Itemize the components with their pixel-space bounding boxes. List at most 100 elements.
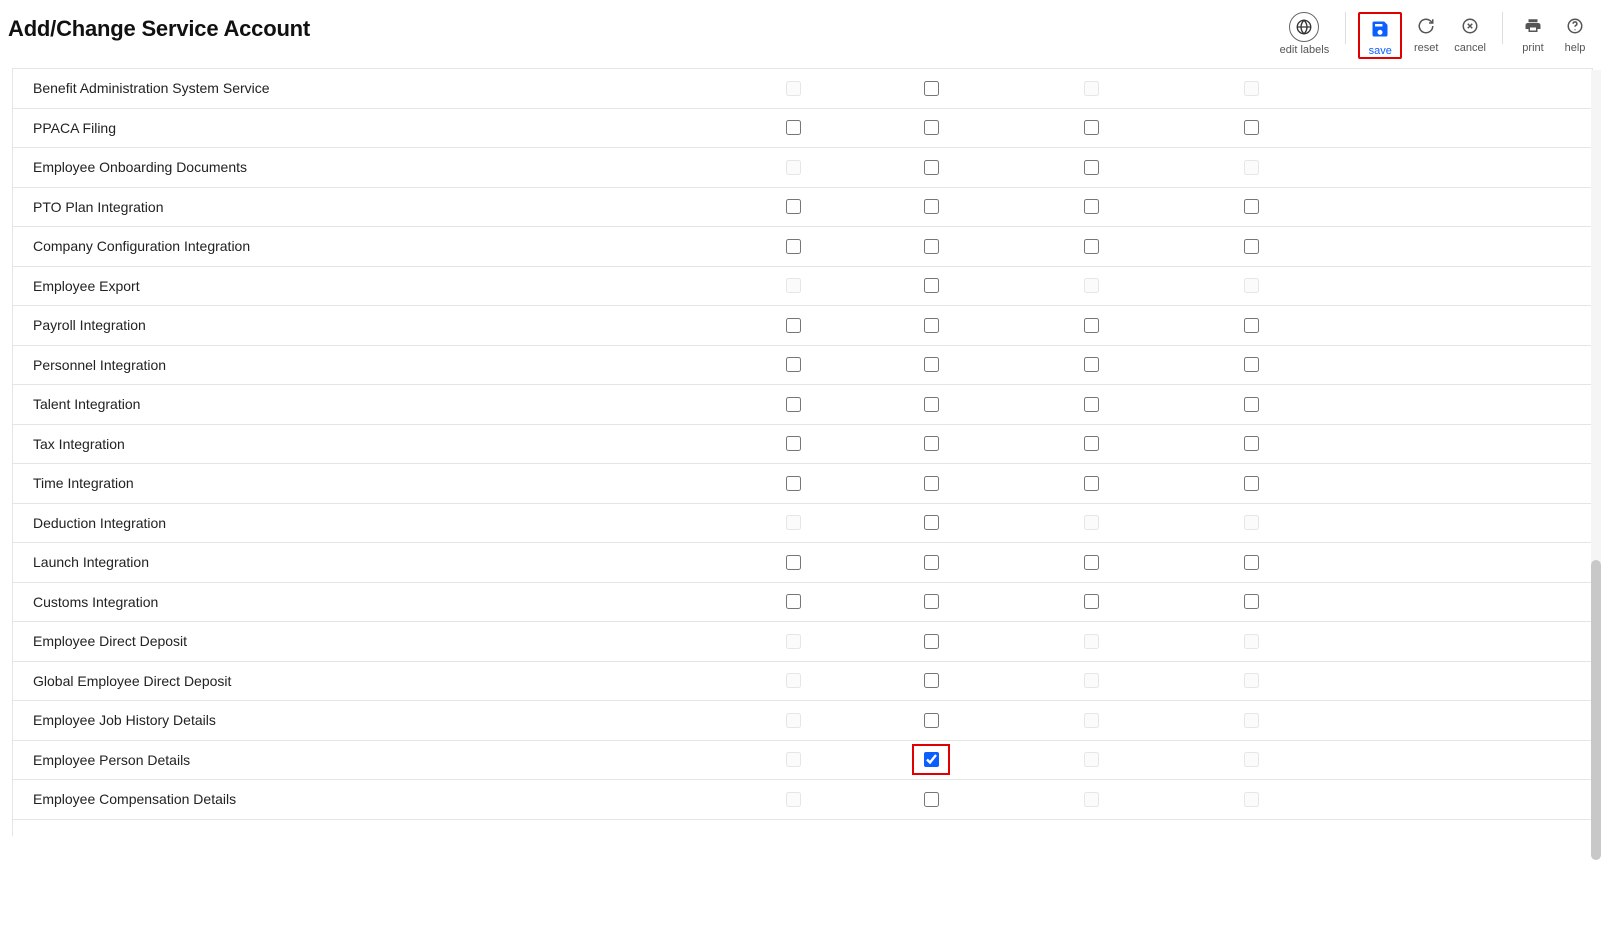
permission-checkbox[interactable] xyxy=(1084,594,1099,609)
checkbox-cell xyxy=(733,315,853,336)
permission-checkbox[interactable] xyxy=(924,239,939,254)
permission-checkbox[interactable] xyxy=(1244,120,1259,135)
permission-checkbox[interactable] xyxy=(1244,476,1259,491)
permission-checkbox[interactable] xyxy=(1084,120,1099,135)
row-label: Personnel Integration xyxy=(33,357,733,373)
help-button[interactable]: help xyxy=(1557,12,1593,54)
permission-checkbox xyxy=(1244,515,1259,530)
reset-icon xyxy=(1412,12,1440,40)
row-label: Payroll Integration xyxy=(33,317,733,333)
table-row: Time Integration xyxy=(13,464,1592,504)
scrollbar-thumb[interactable] xyxy=(1591,560,1601,860)
checkbox-cell xyxy=(1008,512,1173,533)
permission-checkbox[interactable] xyxy=(1084,357,1099,372)
row-label: Employee Direct Deposit xyxy=(33,633,733,649)
checkbox-cell xyxy=(1008,552,1173,573)
table-row: PTO Plan Integration xyxy=(13,188,1592,228)
permission-checkbox[interactable] xyxy=(786,436,801,451)
row-label: Customs Integration xyxy=(33,594,733,610)
permission-checkbox xyxy=(786,713,801,728)
permission-checkbox[interactable] xyxy=(1244,594,1259,609)
checkbox-cell xyxy=(853,789,1008,810)
permission-checkbox[interactable] xyxy=(1244,318,1259,333)
row-label: Employee Export xyxy=(33,278,733,294)
permission-checkbox[interactable] xyxy=(924,81,939,96)
checkbox-cell xyxy=(733,236,853,257)
permission-checkbox[interactable] xyxy=(924,160,939,175)
save-button[interactable]: save xyxy=(1362,15,1398,57)
permission-checkbox xyxy=(1244,713,1259,728)
permission-checkbox[interactable] xyxy=(924,476,939,491)
permission-checkbox[interactable] xyxy=(1244,436,1259,451)
permission-checkbox[interactable] xyxy=(1244,199,1259,214)
save-icon xyxy=(1366,15,1394,43)
permission-checkbox[interactable] xyxy=(1084,318,1099,333)
permission-checkbox[interactable] xyxy=(1084,397,1099,412)
permission-checkbox[interactable] xyxy=(786,120,801,135)
permission-checkbox[interactable] xyxy=(924,278,939,293)
permission-checkbox[interactable] xyxy=(924,634,939,649)
permission-checkbox[interactable] xyxy=(924,120,939,135)
table-row: Employee Onboarding Documents xyxy=(13,148,1592,188)
permission-checkbox[interactable] xyxy=(924,713,939,728)
permission-checkbox[interactable] xyxy=(924,555,939,570)
scrollbar-track[interactable] xyxy=(1591,70,1601,830)
cancel-button[interactable]: cancel xyxy=(1450,12,1490,54)
permission-checkbox[interactable] xyxy=(924,436,939,451)
permission-checkbox[interactable] xyxy=(924,594,939,609)
checkbox-cell xyxy=(733,196,853,217)
permission-checkbox[interactable] xyxy=(786,199,801,214)
checkbox-cell xyxy=(853,552,1008,573)
permission-checkbox[interactable] xyxy=(1084,555,1099,570)
checkbox-cell xyxy=(1008,591,1173,612)
permission-checkbox[interactable] xyxy=(924,318,939,333)
checkbox-cell xyxy=(853,433,1008,454)
row-label: Global Employee Direct Deposit xyxy=(33,673,733,689)
checkbox-cell xyxy=(1173,394,1328,415)
permission-checkbox[interactable] xyxy=(1244,555,1259,570)
checkbox-cell xyxy=(1173,552,1328,573)
edit-labels-button[interactable]: edit labels xyxy=(1276,12,1334,56)
table-row: Benefit Administration System Service xyxy=(13,69,1592,109)
permission-checkbox[interactable] xyxy=(1084,476,1099,491)
permission-checkbox[interactable] xyxy=(924,199,939,214)
permission-checkbox[interactable] xyxy=(1244,397,1259,412)
permission-checkbox[interactable] xyxy=(1084,436,1099,451)
permission-checkbox[interactable] xyxy=(786,357,801,372)
permission-checkbox[interactable] xyxy=(924,752,939,767)
print-button[interactable]: print xyxy=(1515,12,1551,54)
permission-checkbox[interactable] xyxy=(786,476,801,491)
table-row: Employee Export xyxy=(13,267,1592,307)
permission-checkbox[interactable] xyxy=(924,357,939,372)
table-row: Global Employee Direct Deposit xyxy=(13,662,1592,702)
permission-checkbox[interactable] xyxy=(1084,160,1099,175)
permission-checkbox[interactable] xyxy=(786,397,801,412)
reset-button[interactable]: reset xyxy=(1408,12,1444,54)
permission-checkbox[interactable] xyxy=(786,594,801,609)
permission-checkbox xyxy=(1084,713,1099,728)
row-label: Launch Integration xyxy=(33,554,733,570)
permission-checkbox[interactable] xyxy=(924,515,939,530)
permission-checkbox[interactable] xyxy=(786,239,801,254)
checkbox-cell xyxy=(1173,157,1328,178)
permission-checkbox[interactable] xyxy=(1084,239,1099,254)
table-row: Company Configuration Integration xyxy=(13,227,1592,267)
checkbox-cell xyxy=(853,394,1008,415)
cancel-label: cancel xyxy=(1454,42,1486,54)
permission-checkbox[interactable] xyxy=(1244,357,1259,372)
checkbox-cell xyxy=(1173,749,1328,770)
help-label: help xyxy=(1565,42,1586,54)
checkbox-cell xyxy=(1173,710,1328,731)
checkbox-cell xyxy=(733,512,853,533)
permission-checkbox[interactable] xyxy=(786,318,801,333)
permission-checkbox[interactable] xyxy=(786,555,801,570)
checkbox-cell xyxy=(1008,789,1173,810)
permission-checkbox[interactable] xyxy=(1244,239,1259,254)
permission-checkbox[interactable] xyxy=(924,397,939,412)
permission-checkbox[interactable] xyxy=(1084,199,1099,214)
checkbox-cell xyxy=(1008,749,1173,770)
checkbox-cell xyxy=(733,275,853,296)
checkbox-cell xyxy=(733,394,853,415)
permission-checkbox[interactable] xyxy=(924,673,939,688)
permission-checkbox[interactable] xyxy=(924,792,939,807)
